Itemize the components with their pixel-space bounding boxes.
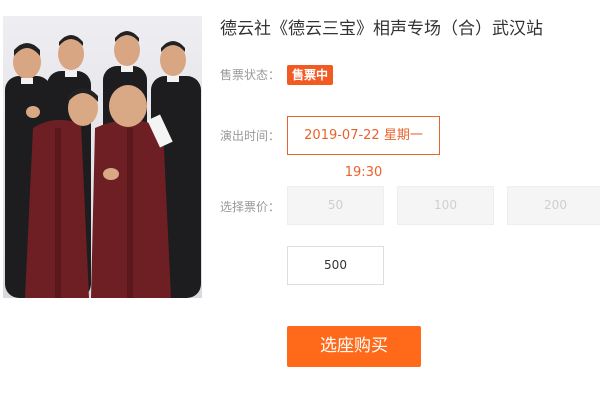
price-option-500[interactable]: 500: [287, 246, 384, 285]
show-title: 德云社《德云三宝》相声专场（合）武汉站: [220, 19, 543, 39]
ticket-status-label: 售票状态：: [220, 68, 281, 82]
price-option-100: 100: [397, 186, 494, 225]
price-label: 选择票价：: [220, 200, 281, 214]
select-seat-buy-button[interactable]: 选座购买: [287, 326, 421, 367]
ticket-status-badge: 售票中: [287, 65, 334, 85]
price-option-200: 200: [507, 186, 600, 225]
performers-illustration: [5, 31, 201, 298]
showtime-option-selected[interactable]: 2019-07-22 星期一 19:30: [287, 116, 440, 180]
showtime-label: 演出时间：: [220, 129, 281, 143]
poster-image: [3, 16, 202, 298]
price-option-50: 50: [287, 186, 384, 225]
